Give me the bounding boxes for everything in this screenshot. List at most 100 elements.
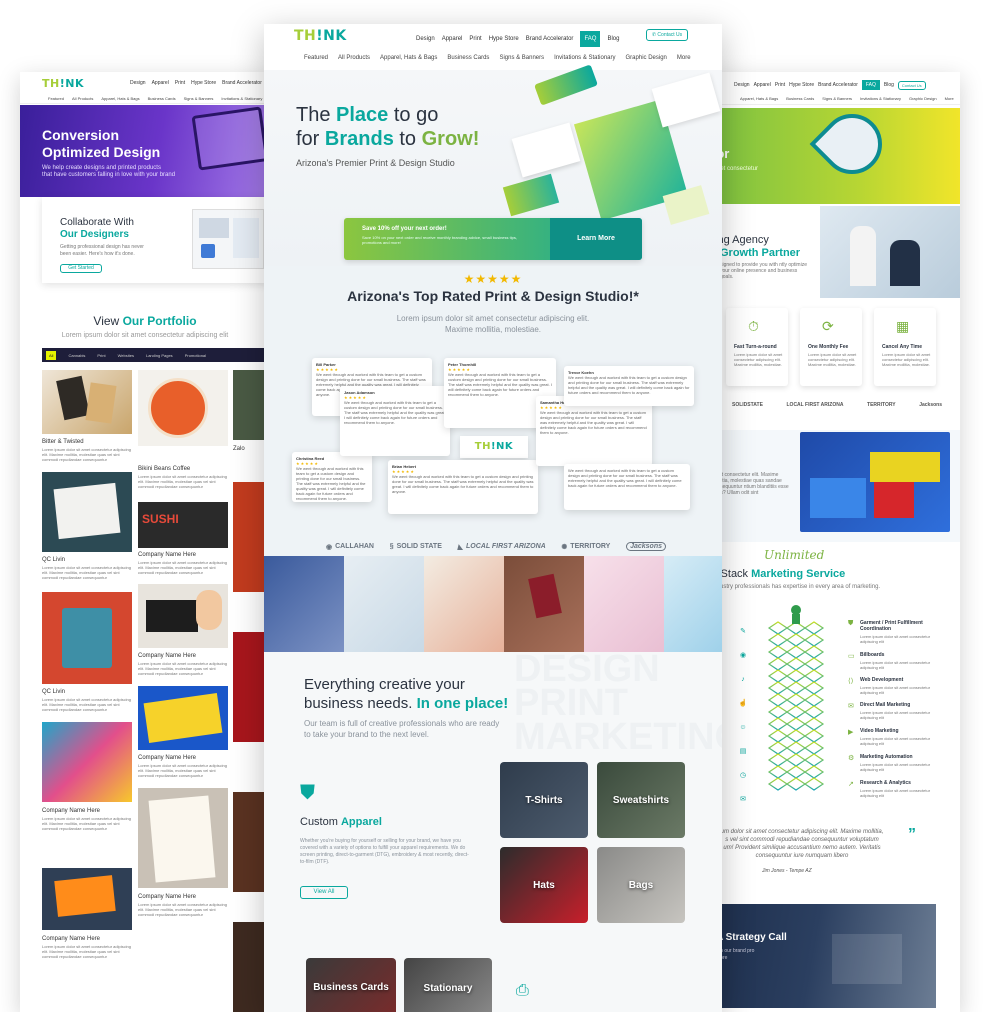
tile-sweatshirts[interactable]: Sweatshirts: [597, 762, 685, 838]
subnav-business-cards[interactable]: Business Cards: [447, 55, 489, 61]
portfolio-item-desc: Lorem ipsum dolor sit amet consectetur a…: [138, 763, 227, 778]
tile-tshirts[interactable]: T-Shirts: [500, 762, 588, 838]
portfolio-item-name[interactable]: Bikini Beans Coffee: [138, 466, 190, 472]
filter-tab[interactable]: Websites: [118, 353, 134, 358]
contact-button[interactable]: Contact Us: [897, 80, 926, 90]
subnav-more[interactable]: More: [677, 55, 691, 61]
portfolio-image[interactable]: [42, 370, 132, 434]
subnav-featured[interactable]: Featured: [304, 55, 328, 61]
portfolio-item-name[interactable]: Company Name Here: [42, 808, 100, 814]
subnav-item[interactable]: Invitations & Stationary: [221, 96, 262, 101]
nav-item-faq[interactable]: FAQ: [861, 80, 880, 90]
clock-icon: ◷: [739, 772, 747, 779]
tile-hats[interactable]: Hats: [500, 847, 588, 923]
filter-tab[interactable]: Promotional: [185, 353, 206, 358]
subnav-item[interactable]: Graphic Design: [909, 96, 937, 101]
subnav-item[interactable]: Business Cards: [786, 96, 814, 101]
subnav-item[interactable]: Signs & Banners: [184, 96, 214, 101]
nav-item-brand-accelerator[interactable]: Brand Accelerator: [526, 36, 574, 42]
filter-tab[interactable]: All: [46, 350, 57, 360]
portfolio-item-name[interactable]: QC Livin: [42, 689, 65, 695]
nav-item[interactable]: Apparel: [754, 82, 771, 88]
tile-stationary[interactable]: Stationary: [404, 958, 492, 1012]
nav-item[interactable]: Print: [775, 82, 785, 88]
subnav-invitations[interactable]: Invitations & Stationary: [554, 55, 615, 61]
subnav-item[interactable]: All Products: [72, 96, 93, 101]
nav-item[interactable]: Design: [130, 80, 146, 86]
tile-bags[interactable]: Bags: [597, 847, 685, 923]
subnav-item[interactable]: More: [945, 96, 954, 101]
hero-text: to: [393, 128, 422, 150]
view-all-button[interactable]: View All: [300, 886, 348, 899]
portfolio-image[interactable]: [138, 584, 228, 648]
filter-tab[interactable]: Cannabis: [68, 353, 85, 358]
portrait: [196, 590, 222, 630]
nav-item[interactable]: Hype Store: [789, 82, 814, 88]
center-logo[interactable]: TH!NK: [294, 28, 347, 44]
nav-item[interactable]: Brand Accelerator: [222, 80, 262, 86]
tile-business-cards[interactable]: Business Cards: [306, 958, 396, 1012]
people-icon: ☺: [739, 724, 747, 731]
portfolio-item-name[interactable]: Zalo: [233, 446, 245, 452]
nav-item[interactable]: Brand Accelerator: [818, 82, 858, 88]
subnav-item[interactable]: Apparel, Hats & Bags: [740, 96, 778, 101]
portfolio-item-name[interactable]: Company Name Here: [138, 653, 196, 659]
subnav-item[interactable]: Business Cards: [148, 96, 176, 101]
right-client-logos: SOLIDSTATE LOCAL FIRST ARIZONA TERRITORY…: [732, 402, 942, 408]
subnav-item[interactable]: Signs & Banners: [822, 96, 852, 101]
monitor-illustration: [191, 106, 269, 171]
review-card: We went through and worked with this tea…: [564, 464, 690, 510]
portfolio-item-name[interactable]: Company Name Here: [138, 755, 196, 761]
center-header: TH!NK Design Apparel Print Hype Store Br…: [264, 24, 722, 70]
portfolio-image[interactable]: [42, 722, 132, 802]
feature-title: Cancel Any Time: [882, 344, 923, 350]
portfolio-item-name[interactable]: Company Name Here: [42, 936, 100, 942]
portfolio-image[interactable]: [138, 686, 228, 750]
pencil-icon: ✎: [740, 628, 746, 635]
car-wash-collage: [800, 432, 950, 532]
subnav-signs[interactable]: Signs & Banners: [499, 55, 544, 61]
contact-us-button[interactable]: ✆ Contact Us: [646, 29, 688, 41]
nav-item[interactable]: Design: [734, 82, 750, 88]
portfolio-image[interactable]: [42, 592, 132, 684]
filter-tab[interactable]: Print: [97, 353, 105, 358]
subnav-apparel[interactable]: Apparel, Hats & Bags: [380, 55, 437, 61]
portfolio-image[interactable]: [138, 370, 228, 446]
portfolio-image[interactable]: [138, 788, 228, 888]
nav-item-faq[interactable]: FAQ: [580, 31, 601, 47]
portfolio-image[interactable]: [42, 868, 132, 930]
money-cycle-icon: ⟳: [822, 318, 834, 334]
strategy-banner[interactable]: A Strategy Call um our brand pro more: [712, 904, 936, 1008]
apparel-title: Custom Apparel: [300, 816, 382, 828]
left-logo[interactable]: TH!NK: [42, 77, 84, 90]
get-started-button[interactable]: Get Started: [60, 264, 102, 273]
review-text: We went through and worked with this tea…: [568, 375, 690, 395]
nav-item-design[interactable]: Design: [416, 36, 435, 42]
subnav-item[interactable]: Featured: [48, 96, 64, 101]
portfolio-item-name[interactable]: Company Name Here: [138, 552, 196, 558]
subnav-item[interactable]: Apparel, Hats & Bags: [101, 96, 139, 101]
nav-item[interactable]: Apparel: [152, 80, 169, 86]
nav-item[interactable]: Print: [175, 80, 185, 86]
nav-item-print[interactable]: Print: [469, 36, 481, 42]
learn-more-button[interactable]: Learn More: [550, 218, 642, 260]
left-service-icons: ✎ ◉ ♪ ☝ ☺ ▤ ◷ ✉: [738, 620, 748, 812]
portfolio-image[interactable]: SUSHI: [138, 502, 228, 548]
center-subnav: Featured All Products Apparel, Hats & Ba…: [304, 55, 691, 61]
subnav-graphic-design[interactable]: Graphic Design: [626, 55, 667, 61]
nav-item-apparel[interactable]: Apparel: [442, 36, 463, 42]
portfolio-item-name[interactable]: QC Livin: [42, 557, 65, 563]
client-name: TERRITORY: [570, 543, 611, 550]
fullstack-subtitle: industry professionals has expertise in …: [712, 584, 881, 590]
nav-item[interactable]: Blog: [884, 82, 894, 88]
subnav-all-products[interactable]: All Products: [338, 55, 370, 61]
subnav-item[interactable]: Invitations & Stationary: [860, 96, 901, 101]
nav-item-blog[interactable]: Blog: [607, 36, 619, 42]
logo-part: TH: [42, 77, 60, 90]
portfolio-item-name[interactable]: Company Name Here: [138, 894, 196, 900]
nav-item[interactable]: Hype Store: [191, 80, 216, 86]
portfolio-item-name[interactable]: Bitter & Twisted: [42, 439, 84, 445]
portfolio-image[interactable]: [42, 472, 132, 552]
filter-tab[interactable]: Landing Pages: [146, 353, 173, 358]
nav-item-hype-store[interactable]: Hype Store: [489, 36, 519, 42]
